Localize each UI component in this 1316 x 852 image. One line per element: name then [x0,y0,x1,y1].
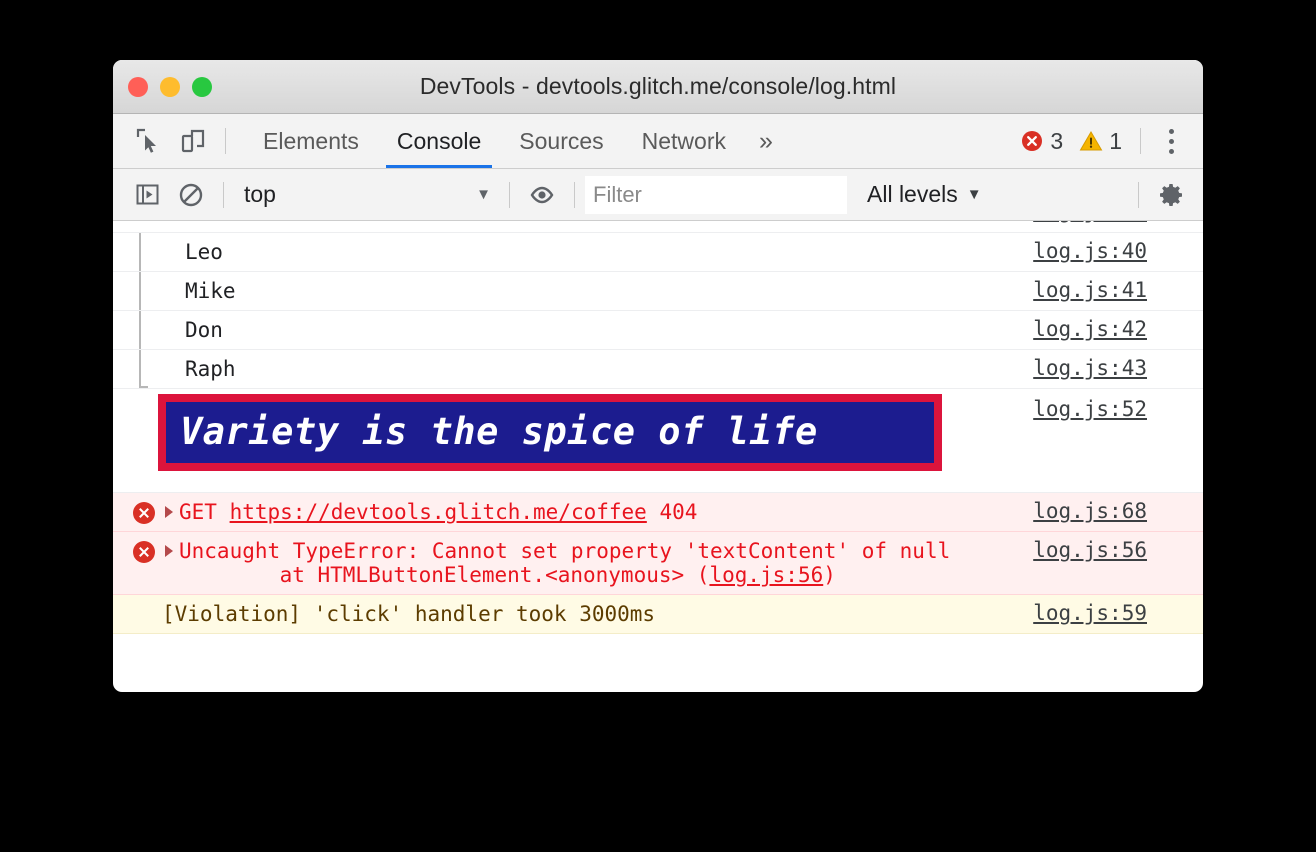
styled-message-box: Variety is the spice of life [158,394,942,471]
console-message-text: Don [185,311,223,349]
stack-frame-suffix: ) [823,563,836,587]
console-row-clipped[interactable]: Leonardo log.js:39 [113,221,1203,233]
toolbar-divider-3 [574,182,575,208]
stack-trace-line: at HTMLButtonElement.<anonymous> (log.js… [179,563,950,587]
source-link[interactable]: log.js:52 [903,397,1203,421]
expand-triangle-icon[interactable] [165,506,173,518]
log-level-selector[interactable]: All levels ▼ [867,181,982,208]
group-indent-line [139,311,141,349]
group-indent-line [139,350,141,388]
response-status: 404 [659,500,697,524]
group-indent-foot [139,386,148,388]
console-message-text: [Violation] 'click' handler took 3000ms [162,595,655,633]
console-row-exception[interactable]: Uncaught TypeError: Cannot set property … [113,532,1203,595]
traffic-lights [113,77,212,97]
console-row-violation[interactable]: [Violation] 'click' handler took 3000ms … [113,595,1203,634]
stack-frame-text: at HTMLButtonElement.<anonymous> ( [229,563,709,587]
error-circle-icon [1020,129,1044,153]
minimize-button[interactable] [160,77,180,97]
tab-network[interactable]: Network [623,114,745,168]
request-method: GET [179,500,217,524]
inspect-element-icon[interactable] [127,119,171,163]
tab-console[interactable]: Console [378,114,500,168]
source-link[interactable]: log.js:59 [903,601,1203,625]
devtools-window: DevTools - devtools.glitch.me/console/lo… [113,60,1203,692]
zoom-button[interactable] [192,77,212,97]
console-toolbar-right [1128,173,1193,217]
devtools-tabbar: Elements Console Sources Network » 3 [113,114,1203,169]
toolbar-divider-4 [1138,182,1139,208]
more-tabs-button[interactable]: » [745,114,787,168]
console-row-group-item[interactable]: Raph log.js:43 [113,350,1203,389]
group-indent-line [139,233,141,271]
source-link[interactable]: log.js:41 [903,278,1203,302]
source-link[interactable]: log.js:56 [903,538,1203,562]
console-toolbar: top ▼ All levels ▼ [113,169,1203,221]
log-level-label: All levels [867,181,958,208]
console-row-group-item[interactable]: Don log.js:42 [113,311,1203,350]
error-circle-icon [133,502,155,524]
console-message-text: Leo [185,233,223,271]
warning-badge[interactable]: 1 [1071,128,1130,155]
console-message-text: Leonardo [133,221,234,230]
group-indent-line [139,272,141,310]
clear-console-icon[interactable] [169,173,213,217]
source-link[interactable]: log.js:43 [903,356,1203,380]
filter-input[interactable] [585,176,847,214]
console-message-text: Raph [185,350,236,388]
console-message-text: Uncaught TypeError: Cannot set property … [179,532,950,594]
window-titlebar: DevTools - devtools.glitch.me/console/lo… [113,60,1203,114]
error-count: 3 [1050,128,1063,155]
request-url[interactable]: https://devtools.glitch.me/coffee [230,500,647,524]
console-message-text: Mike [185,272,236,310]
source-link[interactable]: log.js:68 [903,499,1203,523]
console-sidebar-icon[interactable] [125,173,169,217]
console-row-styled[interactable]: Variety is the spice of life log.js:52 [113,389,1203,493]
error-circle-icon [133,541,155,563]
toolbar-divider-1 [223,182,224,208]
source-link[interactable]: log.js:42 [903,317,1203,341]
console-prompt-row[interactable]: > [113,634,1203,639]
tab-elements[interactable]: Elements [244,114,378,168]
toolbar-divider-2 [509,182,510,208]
close-button[interactable] [128,77,148,97]
window-title: DevTools - devtools.glitch.me/console/lo… [113,73,1203,100]
tabbar-divider-left [225,128,226,154]
tabbar-divider-right [1140,128,1141,154]
exception-message: Uncaught TypeError: Cannot set property … [179,539,950,563]
styled-message-text: Variety is the spice of life [180,410,818,453]
source-link[interactable]: log.js:39 [903,221,1203,223]
chevron-down-icon: ▼ [476,186,491,203]
stack-frame-link[interactable]: log.js:56 [709,563,823,587]
device-toolbar-icon[interactable] [171,119,215,163]
warning-count: 1 [1109,128,1122,155]
expand-triangle-icon[interactable] [165,545,173,557]
warning-triangle-icon [1079,129,1103,153]
tab-sources[interactable]: Sources [500,114,622,168]
execution-context-label: top [244,181,276,208]
console-row-group-item[interactable]: Mike log.js:41 [113,272,1203,311]
console-message-text: GET https://devtools.glitch.me/coffee 40… [179,493,697,531]
settings-gear-icon[interactable] [1149,173,1193,217]
prompt-chevron-icon: > [135,634,149,639]
source-link[interactable]: log.js:40 [903,239,1203,263]
live-expression-icon[interactable] [520,173,564,217]
console-row-network-error[interactable]: GET https://devtools.glitch.me/coffee 40… [113,493,1203,532]
console-message-list[interactable]: Leonardo log.js:39 Leo log.js:40 Mike lo… [113,221,1203,639]
console-row-group-item[interactable]: Leo log.js:40 [113,233,1203,272]
more-options-icon[interactable] [1151,121,1191,161]
chevron-down-icon: ▼ [967,186,982,203]
execution-context-selector[interactable]: top ▼ [234,176,499,214]
panel-tabs: Elements Console Sources Network » [244,114,787,168]
tabbar-status-area: 3 1 [1012,121,1191,161]
error-badge[interactable]: 3 [1012,128,1071,155]
